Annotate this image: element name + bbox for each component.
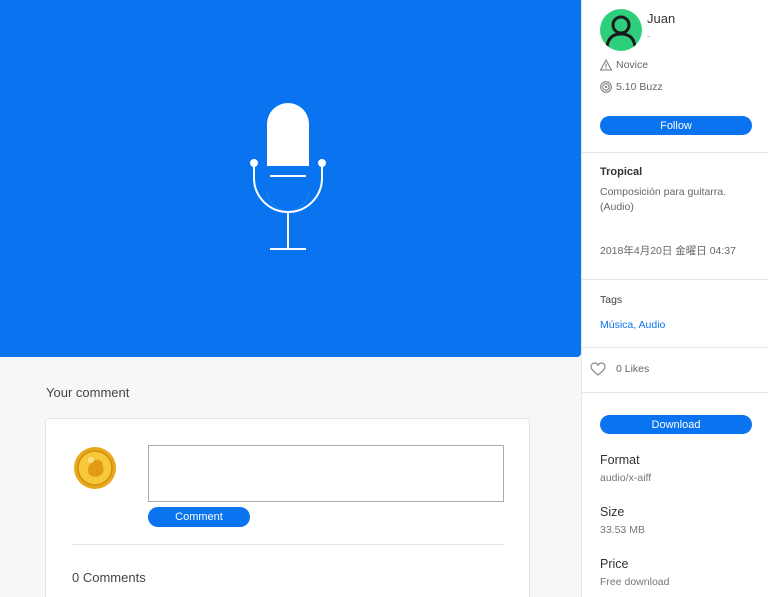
- user-level: Novice: [600, 59, 648, 71]
- tags-heading: Tags: [600, 294, 623, 306]
- format-label: Format: [600, 453, 640, 467]
- divider: [72, 544, 504, 545]
- size-value: 33.53 MB: [600, 524, 645, 536]
- price-label: Price: [600, 557, 629, 571]
- likes-count: 0 Likes: [616, 363, 650, 375]
- username[interactable]: Juan: [647, 11, 675, 26]
- like-button[interactable]: 0 Likes: [590, 362, 649, 376]
- heart-icon: [590, 362, 606, 376]
- download-button[interactable]: Download: [600, 415, 752, 434]
- avatar[interactable]: [600, 9, 642, 51]
- author-section: Juan - Novice 5.10 Buzz Follow: [582, 0, 768, 153]
- tags-section: [582, 280, 768, 348]
- comments-count: 0 Comments: [72, 570, 146, 585]
- media-preview: [0, 0, 581, 357]
- user-buzz: 5.10 Buzz: [600, 81, 663, 93]
- comment-button[interactable]: Comment: [148, 507, 250, 527]
- user-level-label: Novice: [616, 59, 649, 71]
- size-label: Size: [600, 505, 625, 519]
- comment-section: Your comment Comment 0 Comments: [0, 357, 581, 597]
- tags-links[interactable]: Música, Audio: [600, 319, 665, 331]
- warning-triangle-icon: [600, 59, 612, 71]
- post-date: 2018年4月20日 金曜日 04:37: [600, 245, 736, 257]
- format-value: audio/x-aiff: [600, 472, 652, 484]
- post-title: Tropical: [600, 166, 643, 178]
- coin-avatar-icon: [74, 447, 116, 489]
- user-subtitle: -: [647, 31, 650, 41]
- target-icon: [600, 81, 612, 93]
- user-buzz-label: 5.10 Buzz: [616, 81, 663, 93]
- price-value: Free download: [600, 576, 670, 588]
- comment-heading: Your comment: [46, 385, 130, 400]
- follow-button[interactable]: Follow: [600, 116, 752, 135]
- comment-card: Comment 0 Comments: [45, 418, 530, 597]
- user-icon: [605, 15, 637, 48]
- comment-input[interactable]: [148, 445, 504, 502]
- microphone-icon: [250, 103, 326, 250]
- sidebar: Juan - Novice 5.10 Buzz Follow Tropical …: [581, 0, 768, 597]
- post-description: Composición para guitarra. (Audio): [600, 186, 727, 213]
